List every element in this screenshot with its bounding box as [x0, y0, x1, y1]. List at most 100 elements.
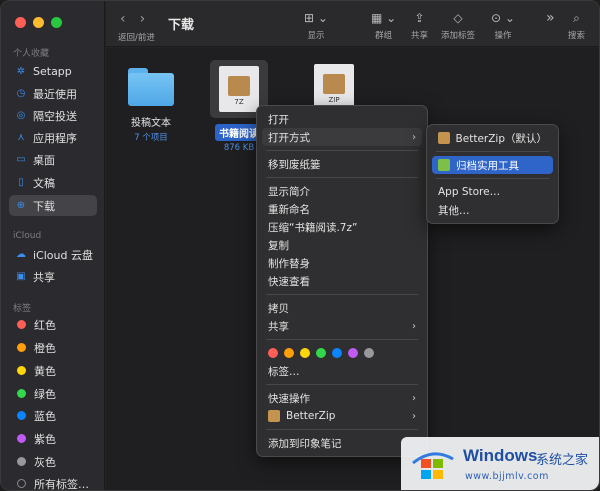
tag-purple-dot[interactable]: [348, 348, 358, 358]
menu-open[interactable]: 打开: [262, 110, 422, 128]
chevron-right-icon: ›: [412, 410, 416, 422]
menu-divider: [266, 294, 418, 295]
sidebar-item-label: 绿色: [34, 387, 56, 401]
yellow-tag-dot: [17, 366, 26, 375]
sidebar-tag-gray[interactable]: 灰色: [9, 451, 97, 472]
sidebar-all-tags[interactable]: 所有标签…: [9, 473, 97, 491]
document-icon: ▯: [18, 177, 24, 188]
sidebar-tag-green[interactable]: 绿色: [9, 383, 97, 404]
search-button[interactable]: ⌕ 搜索: [568, 10, 585, 41]
share-button[interactable]: ⇪ 共享: [411, 10, 428, 41]
menu-open-with[interactable]: 打开方式 ›: [262, 128, 422, 146]
grid-view-icon: ⊞ ⌄: [304, 11, 328, 25]
menu-divider: [266, 177, 418, 178]
chevron-right-icon: ›: [412, 320, 416, 332]
tag-icon: ◇: [453, 11, 463, 25]
menu-make-alias[interactable]: 制作替身: [262, 254, 422, 272]
sidebar-tag-red[interactable]: 红色: [9, 314, 97, 335]
sidebar-item-label: 所有标签…: [34, 477, 89, 491]
sidebar-item-label: 最近使用: [33, 87, 77, 101]
submenu-other[interactable]: 其他…: [432, 201, 553, 219]
sidebar-item-documents[interactable]: ▯ 文稿: [9, 172, 97, 193]
sidebar-item-label: 隔空投送: [33, 109, 77, 123]
sidebar-tag-purple[interactable]: 紫色: [9, 428, 97, 449]
back-button[interactable]: ‹: [120, 11, 126, 27]
open-with-submenu: BetterZip（默认） 归档实用工具 App Store… 其他…: [426, 124, 559, 224]
close-button[interactable]: [15, 17, 26, 28]
menu-move-to-trash[interactable]: 移到废纸篓: [262, 155, 422, 173]
sidebar-item-desktop[interactable]: ▭ 桌面: [9, 149, 97, 170]
menu-divider: [436, 151, 549, 152]
context-menu: 打开 打开方式 › 移到废纸篓 显示简介 重新命名 压缩“书籍阅读.7z” 复制…: [256, 105, 428, 457]
toolbar: ‹ › 返回/前进 下载 ⊞ ⌄ 显示 ▦ ⌄ 群组 ⇪ 共享 ◇ 添加标签 ⊙…: [106, 1, 599, 47]
sidebar-item-airdrop[interactable]: ◎ 隔空投送: [9, 105, 97, 126]
menu-divider: [266, 150, 418, 151]
sidebar-item-shared[interactable]: ▣ 共享: [9, 266, 97, 287]
sidebar-item-label: 桌面: [33, 153, 55, 167]
cloud-icon: ☁: [16, 249, 26, 260]
selected-file-size: 876 KB: [223, 143, 255, 153]
tag-red-dot[interactable]: [268, 348, 278, 358]
action-button[interactable]: ⊙ ⌄ 操作: [491, 10, 515, 41]
sidebar-item-label: Setapp: [33, 65, 72, 78]
sidebar-item-label: 应用程序: [33, 131, 77, 145]
purple-tag-dot: [17, 434, 26, 443]
sidebar-item-label: 文稿: [33, 176, 55, 190]
tag-orange-dot[interactable]: [284, 348, 294, 358]
window-controls: [15, 17, 62, 28]
sidebar-tag-yellow[interactable]: 黄色: [9, 360, 97, 381]
folder-item[interactable]: 投稿文本 7 个项目: [128, 68, 174, 143]
menu-duplicate[interactable]: 复制: [262, 236, 422, 254]
folder-item-count: 7 个项目: [134, 133, 168, 143]
menu-quick-look[interactable]: 快速查看: [262, 272, 422, 290]
sidebar-item-label: iCloud 云盘: [33, 248, 93, 262]
sidebar-item-label: 下载: [33, 199, 55, 213]
sidebar-item-icloud-drive[interactable]: ☁ iCloud 云盘: [9, 244, 97, 265]
betterzip-icon: [268, 410, 280, 422]
menu-add-to-evernote[interactable]: 添加到印象笔记: [262, 434, 422, 452]
menu-betterzip[interactable]: BetterZip ›: [262, 407, 422, 425]
menu-share[interactable]: 共享 ›: [262, 317, 422, 335]
sidebar-tag-orange[interactable]: 橙色: [9, 337, 97, 358]
group-button[interactable]: ▦ ⌄ 群组: [371, 10, 396, 41]
tag-gray-dot[interactable]: [364, 348, 374, 358]
add-tag-button[interactable]: ◇ 添加标签: [441, 10, 475, 41]
sidebar-item-label: 红色: [34, 318, 56, 332]
submenu-archive-utility[interactable]: 归档实用工具: [432, 156, 553, 174]
menu-get-info[interactable]: 显示简介: [262, 182, 422, 200]
archive-item[interactable]: ZIP: [314, 64, 354, 110]
chevron-right-icon: ›: [412, 392, 416, 404]
submenu-betterzip-default[interactable]: BetterZip（默认）: [432, 129, 553, 147]
sidebar-item-label: 灰色: [34, 455, 56, 469]
sidebar-item-downloads[interactable]: ⊕ 下载: [9, 195, 97, 216]
archive-utility-icon: [438, 159, 450, 171]
menu-copy[interactable]: 拷贝: [262, 299, 422, 317]
forward-button[interactable]: ›: [140, 11, 146, 27]
group-icon: ▦ ⌄: [371, 11, 397, 25]
sidebar-item-applications[interactable]: ⋏ 应用程序: [9, 127, 97, 148]
menu-quick-actions[interactable]: 快速操作 ›: [262, 389, 422, 407]
tag-yellow-dot[interactable]: [300, 348, 310, 358]
tag-blue-dot[interactable]: [332, 348, 342, 358]
menu-rename[interactable]: 重新命名: [262, 200, 422, 218]
archive-zip-icon: ZIP: [314, 64, 354, 110]
menu-tags[interactable]: 标签…: [262, 362, 422, 380]
desktop-icon: ▭: [16, 154, 26, 165]
tag-green-dot[interactable]: [316, 348, 326, 358]
search-icon: ⌕: [573, 11, 580, 25]
ellipsis-circle-icon: ⊙ ⌄: [491, 11, 515, 25]
nav-label: 返回/前进: [118, 33, 155, 43]
zoom-button[interactable]: [51, 17, 62, 28]
menu-compress[interactable]: 压缩“书籍阅读.7z”: [262, 218, 422, 236]
more-button[interactable]: »: [546, 10, 555, 26]
favorites-heading: 个人收藏: [13, 49, 50, 59]
sidebar-item-recents[interactable]: ◷ 最近使用: [9, 83, 97, 104]
minimize-button[interactable]: [33, 17, 44, 28]
sidebar-item-setapp[interactable]: ✲ Setapp: [9, 61, 97, 82]
watermark-cn: 系统之家: [536, 453, 589, 468]
sidebar-item-label: 蓝色: [34, 409, 56, 423]
sidebar-tag-blue[interactable]: 蓝色: [9, 405, 97, 426]
submenu-app-store[interactable]: App Store…: [432, 183, 553, 201]
sidebar: 个人收藏 ✲ Setapp ◷ 最近使用 ◎ 隔空投送 ⋏ 应用程序 ▭ 桌面 …: [1, 1, 105, 490]
view-button[interactable]: ⊞ ⌄ 显示: [304, 10, 328, 41]
